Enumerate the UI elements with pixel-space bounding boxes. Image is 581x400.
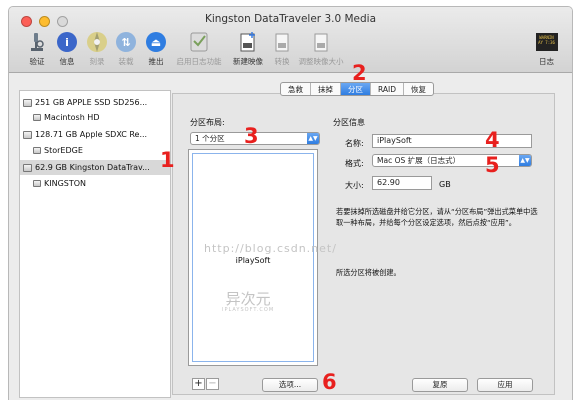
watermark-logo: 异次元 IPLAYSOFT.COM [222, 291, 274, 313]
partition-layout-value: 1 个分区 [195, 134, 225, 143]
resize-image-button[interactable]: 调整映像大小 [293, 31, 349, 67]
tab-first-aid[interactable]: 急救 [281, 83, 311, 95]
revert-button[interactable]: 复原 [412, 378, 468, 392]
tab-raid[interactable]: RAID [371, 83, 405, 95]
watermark-logo-sub: IPLAYSOFT.COM [222, 307, 275, 313]
chevron-updown-icon: ▲▼ [519, 155, 531, 166]
name-field[interactable]: iPlaySoft [372, 134, 532, 148]
partition-map: iPlaySoft [188, 149, 318, 366]
volume-item-macintosh-hd[interactable]: Macintosh HD [33, 110, 99, 125]
volume-icon [33, 147, 41, 154]
disk-item-label: 128.71 GB Apple SDXC Re... [35, 130, 148, 139]
size-field[interactable]: 62.90 [372, 176, 432, 190]
options-button[interactable]: 选项... [262, 378, 318, 392]
disk-item-apple-ssd[interactable]: 251 GB APPLE SSD SD256... [23, 95, 147, 110]
log-label: 日志 [539, 57, 554, 66]
format-label: 格式: [345, 159, 364, 168]
resize-image-label: 调整映像大小 [298, 57, 344, 66]
volume-icon [33, 180, 41, 187]
volume-item-label: Macintosh HD [44, 113, 100, 122]
window-title: Kingston DataTraveler 3.0 Media [204, 13, 377, 25]
partition-info-label: 分区信息 [333, 118, 365, 127]
tab-restore[interactable]: 恢复 [404, 83, 433, 95]
annotation-6: 6 [322, 370, 337, 394]
size-unit: GB [439, 180, 451, 189]
disk-item-label: 62.9 GB Kingston DataTrav... [35, 163, 150, 172]
disk-item-label: 251 GB APPLE SSD SD256... [35, 98, 148, 107]
log-icon-text: WARNIN AY 7:36 [535, 33, 558, 51]
partition-block[interactable]: iPlaySoft [192, 153, 314, 362]
log-button[interactable]: WARNIN AY 7:36 日志 [524, 31, 569, 67]
volume-icon [33, 114, 41, 121]
tab-partition[interactable]: 分区 [341, 83, 371, 95]
remove-partition-button[interactable]: − [206, 378, 219, 390]
partition-block-label: iPlaySoft [235, 256, 271, 265]
convert-icon [271, 31, 293, 53]
hard-disk-icon [23, 130, 32, 139]
tab-bar: 急救 抹掉 分区 RAID 恢复 [280, 82, 435, 96]
partition-description: 若要抹掉所选磁盘并给它分区，请从“分区布局”弹出式菜单中选取一种布局，并给每个分… [336, 207, 538, 227]
volume-item-label: StorEDGE [44, 146, 83, 155]
volume-item-kingston[interactable]: KINGSTON [33, 176, 86, 191]
enable-journal-button[interactable]: 启用日志功能 [169, 31, 229, 67]
partition-status: 所选分区将被创建。 [336, 268, 401, 277]
apply-button[interactable]: 应用 [477, 378, 533, 392]
enable-journal-label: 启用日志功能 [176, 57, 222, 66]
partition-layout-label: 分区布局: [190, 118, 225, 127]
disk-item-sdxc-reader[interactable]: 128.71 GB Apple SDXC Re... [23, 127, 147, 142]
format-select[interactable]: Mac OS 扩展（日志式） ▲▼ [372, 154, 532, 167]
chevron-updown-icon: ▲▼ [307, 133, 319, 144]
annotation-1: 1 [160, 148, 175, 172]
watermark-logo-main: 异次元 [225, 290, 271, 308]
name-label: 名称: [345, 139, 364, 148]
volume-item-label: KINGSTON [44, 179, 87, 188]
annotation-3: 3 [244, 124, 259, 148]
usb-disk-icon [23, 163, 32, 172]
annotation-4: 4 [485, 128, 500, 152]
journal-icon [188, 31, 210, 53]
size-label: 大小: [345, 181, 364, 190]
format-value: Mac OS 扩展（日志式） [377, 156, 461, 165]
new-image-icon [237, 31, 259, 53]
eject-icon: ⏏ [146, 32, 166, 52]
disk-item-kingston[interactable]: 62.9 GB Kingston DataTrav... [20, 160, 170, 175]
add-partition-button[interactable]: + [192, 378, 205, 390]
watermark-url: http://blog.csdn.net/ [204, 242, 337, 255]
disk-list-sidebar: 251 GB APPLE SSD SD256... Macintosh HD 1… [19, 90, 171, 398]
hard-disk-icon [23, 98, 32, 107]
annotation-2: 2 [352, 61, 367, 85]
log-icon: WARNIN AY 7:36 [535, 31, 558, 53]
tab-erase[interactable]: 抹掉 [311, 83, 341, 95]
volume-item-storedge[interactable]: StorEDGE [33, 143, 83, 158]
titlebar: Kingston DataTraveler 3.0 Media 验证 i 信息 … [9, 7, 572, 73]
annotation-5: 5 [485, 153, 500, 177]
resize-image-icon [310, 31, 332, 53]
